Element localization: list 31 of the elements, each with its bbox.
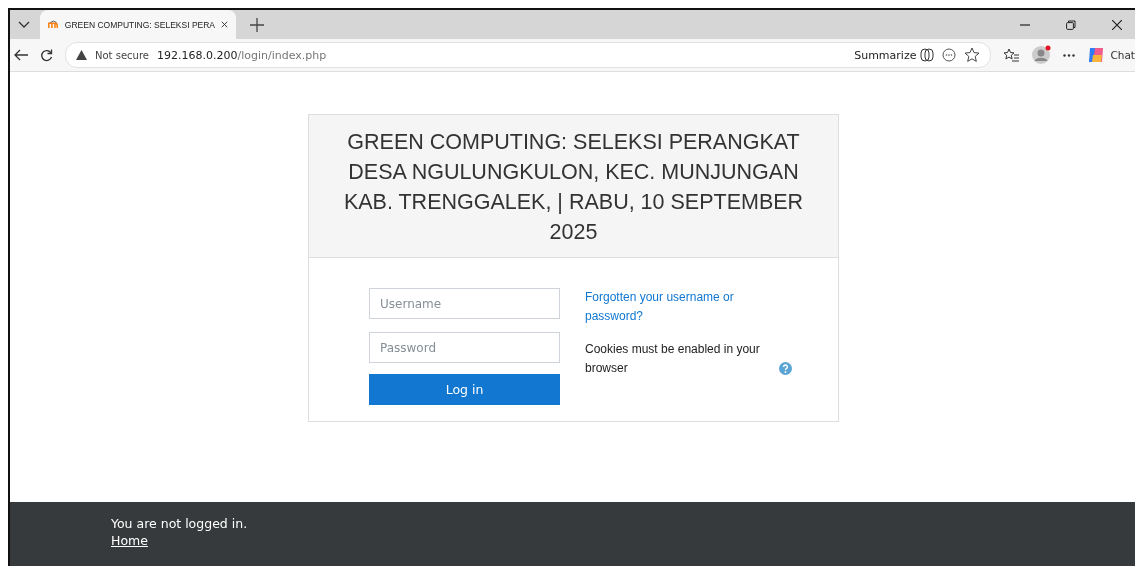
password-field[interactable]: Password [369,332,560,363]
close-icon[interactable] [221,20,228,29]
forgot-password-link[interactable]: Forgotten your username or password? [585,288,795,326]
login-status: You are not logged in. [111,516,248,531]
help-icon[interactable] [779,362,792,375]
home-link[interactable]: Home [111,533,148,548]
star-icon[interactable] [964,47,981,63]
reload-icon[interactable] [40,48,53,62]
menu-icon[interactable] [1063,53,1076,57]
tab-list-icon[interactable] [18,20,30,29]
close-icon[interactable] [1112,19,1122,30]
copilot-logo-icon [1087,46,1106,64]
favorites-icon[interactable] [1003,47,1020,63]
back-icon[interactable] [14,49,28,61]
restore-icon[interactable] [1066,19,1076,30]
site-logo-icon [48,19,59,30]
login-button[interactable]: Log in [369,374,560,405]
minimize-icon[interactable] [1020,23,1030,26]
more-options-icon[interactable] [942,48,957,62]
warning-icon [76,50,87,60]
cookies-note: Cookies must be enabled in your browser [585,341,761,377]
browser-tab[interactable]: GREEN COMPUTING: SELEKSI PERA [40,10,236,39]
security-label: Not secure [95,49,149,61]
url-text: 192.168.0.200/login/index.php [156,48,327,62]
summarize-button[interactable]: Summarize [854,48,917,62]
page-title: GREEN COMPUTING: SELEKSI PERANGKAT DESA NGULUNGKULON, KEC. MUNJUNGAN KAB. TRENGGALEK, | RABU, 10 SEPTEMBER 2025 [342,129,805,246]
address-bar[interactable]: Not secure 192.168.0.200/login/index.php Summarize [65,42,992,68]
chat-button[interactable]: Chat [1087,46,1135,64]
new-tab-icon[interactable] [250,17,264,32]
username-field[interactable]: Username [369,288,560,319]
profile-avatar-icon[interactable] [1031,45,1052,65]
